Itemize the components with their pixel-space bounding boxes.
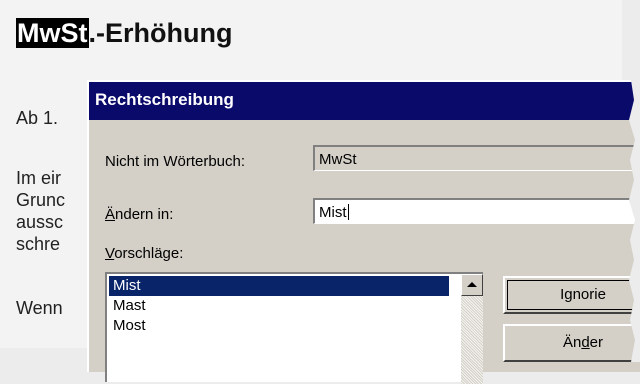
list-item[interactable]: Mist bbox=[109, 276, 449, 296]
change-button[interactable]: Änder bbox=[503, 324, 640, 362]
change-to-value: Mist bbox=[319, 204, 347, 221]
document-line: Grunc bbox=[16, 190, 66, 210]
change-to-mnemonic: Ä bbox=[105, 206, 116, 223]
change-label-b: er bbox=[589, 334, 604, 351]
change-to-input[interactable]: Mist bbox=[313, 198, 640, 224]
dialog-title: Rechtschreibung bbox=[95, 90, 234, 109]
suggestions-label: Vorschläge: bbox=[105, 245, 183, 262]
change-to-label-text: ndern in: bbox=[115, 206, 174, 223]
document-line: Ab 1. bbox=[16, 108, 59, 128]
suggestions-list[interactable]: Mist Mast Most bbox=[105, 272, 483, 384]
text-caret bbox=[347, 204, 349, 220]
ignore-mnemonic: g bbox=[564, 286, 573, 303]
spelling-dialog: Rechtschreibung Nicht im Wörterbuch: MwS… bbox=[87, 80, 640, 384]
not-in-dictionary-field: MwSt bbox=[313, 145, 640, 171]
ignore-label-b: norie bbox=[572, 286, 606, 303]
document-line: Wenn bbox=[16, 298, 63, 318]
change-to-label: Ändern in: bbox=[105, 206, 173, 223]
suggestions-mnemonic: V bbox=[105, 245, 115, 262]
document-line: aussc bbox=[16, 212, 64, 232]
suggestions-label-text: orschläge: bbox=[114, 245, 184, 262]
highlighted-word[interactable]: MwSt bbox=[16, 18, 89, 48]
change-mnemonic: d bbox=[581, 334, 590, 351]
document-heading: MwSt.-Erhöhung bbox=[16, 18, 232, 49]
document-line: Im eir bbox=[16, 168, 61, 188]
document-line: schre bbox=[16, 234, 61, 254]
not-in-dictionary-label: Nicht im Wörterbuch: bbox=[105, 153, 246, 170]
list-item[interactable]: Mast bbox=[109, 296, 449, 316]
scroll-up-arrow-icon[interactable] bbox=[461, 274, 483, 296]
ignore-button[interactable]: Ignorie bbox=[503, 276, 640, 314]
dialog-titlebar[interactable]: Rechtschreibung bbox=[89, 82, 640, 120]
list-item[interactable]: Most bbox=[109, 316, 449, 336]
change-label-a: Än bbox=[562, 334, 582, 351]
heading-rest: .-Erhöhung bbox=[88, 18, 233, 48]
